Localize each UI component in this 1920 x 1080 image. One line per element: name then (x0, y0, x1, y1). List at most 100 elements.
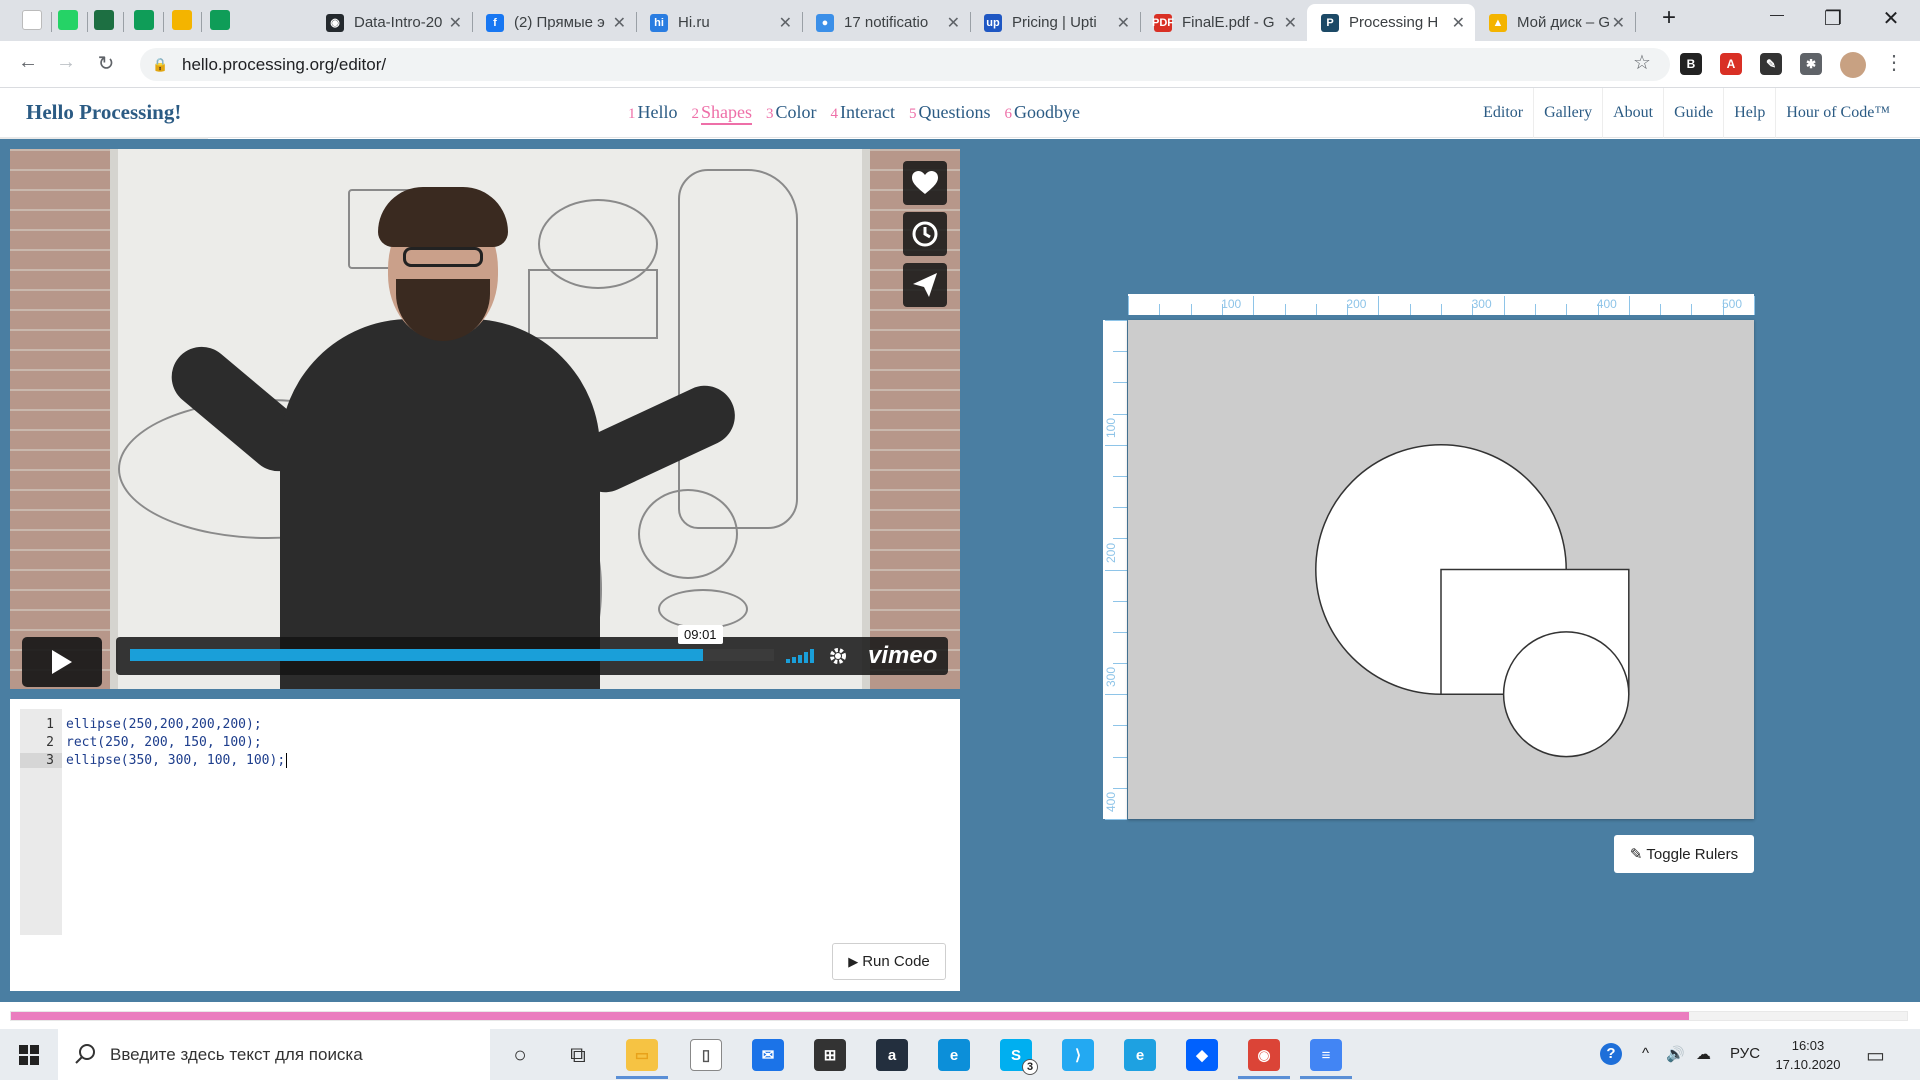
task-view-icon[interactable]: ⧉ (562, 1039, 594, 1071)
acrobat-icon[interactable]: A (1720, 53, 1742, 75)
step-link-color[interactable]: 3 Color (766, 102, 817, 123)
close-icon[interactable]: ✕ (1284, 13, 1297, 33)
pen-icon[interactable]: ✎ (1760, 53, 1782, 75)
nav-editor[interactable]: Editor (1473, 88, 1533, 138)
toggle-rulers-button[interactable]: ✎ Toggle Rulers (1614, 835, 1754, 873)
notification-center-icon[interactable]: ▭ (1866, 1043, 1885, 1068)
gear-icon[interactable] (828, 646, 848, 666)
close-icon[interactable]: ✕ (947, 13, 960, 33)
nav-about[interactable]: About (1602, 88, 1663, 138)
code-line[interactable]: rect(250, 200, 150, 100); (66, 735, 262, 750)
step-link-questions[interactable]: 5 Questions (909, 102, 991, 123)
browser-tab[interactable]: PDF FinalE.pdf - G ✕ (1140, 4, 1307, 41)
onedrive-cloud-icon[interactable]: ☁ (1696, 1045, 1711, 1063)
profile-avatar[interactable] (1840, 52, 1866, 78)
vimeo-logo[interactable]: vimeo (868, 642, 937, 670)
close-icon[interactable]: ✕ (1117, 13, 1130, 33)
ruler-tick (1113, 382, 1127, 384)
browser-tab[interactable]: hi Hi.ru ✕ (636, 4, 802, 41)
blank-page-icon[interactable] (22, 10, 42, 30)
site-brand[interactable]: Hello Processing! (26, 100, 181, 125)
amazon-icon[interactable]: a (876, 1039, 908, 1071)
b-extension-icon[interactable]: B (1680, 53, 1702, 75)
ruler-tick (1159, 304, 1161, 315)
clock-date: 17.10.2020 (1775, 1057, 1841, 1072)
browser-tab[interactable]: ● 17 notificatio ✕ (802, 4, 970, 41)
volume-icon[interactable] (786, 649, 816, 663)
play-button[interactable] (22, 637, 102, 687)
url-field[interactable]: 🔒 hello.processing.org/editor/ (140, 48, 1670, 81)
input-language[interactable]: РУС (1730, 1045, 1760, 1062)
step-link-shapes[interactable]: 2 Shapes (692, 102, 752, 125)
nav-guide[interactable]: Guide (1663, 88, 1723, 138)
google-sheets-icon[interactable] (210, 10, 230, 30)
edge-icon[interactable]: e (938, 1039, 970, 1071)
taskbar-search[interactable]: Введите здесь текст для поиска (58, 1029, 490, 1080)
file-explorer-icon[interactable]: ▭ (626, 1039, 658, 1071)
vscode-icon[interactable]: ⟩ (1062, 1039, 1094, 1071)
browser-tab[interactable]: ▲ Мой диск – G ✕ (1475, 4, 1635, 41)
close-icon[interactable]: ✕ (1612, 13, 1625, 33)
dropbox-icon[interactable]: ◆ (1186, 1039, 1218, 1071)
code-editor[interactable]: 1 2 3 ellipse(250,200,200,200); rect(250, 2… (10, 699, 960, 991)
video-player[interactable]: vimeo 09:01 (10, 149, 960, 689)
nav-gallery[interactable]: Gallery (1533, 88, 1602, 138)
ruler-tick (1566, 304, 1568, 315)
whatsapp-icon[interactable] (58, 10, 78, 30)
close-icon[interactable]: ✕ (613, 13, 626, 33)
nav-help[interactable]: Help (1723, 88, 1775, 138)
notepad-icon[interactable]: ▯ (690, 1039, 722, 1071)
docs-icon[interactable]: ≡ (1310, 1039, 1342, 1071)
cortana-icon[interactable]: ○ (504, 1039, 536, 1071)
close-icon[interactable]: ✕ (1452, 13, 1465, 33)
system-clock[interactable]: 16:03 17.10.2020 (1766, 1036, 1850, 1074)
help-icon[interactable]: ? (1600, 1043, 1622, 1065)
close-icon[interactable]: ✕ (779, 13, 792, 33)
minimize-button[interactable]: — (1762, 6, 1792, 22)
chrome-icon[interactable]: ◉ (1248, 1039, 1280, 1071)
restore-button[interactable]: ❐ (1818, 6, 1848, 31)
ruler-tick (1284, 304, 1286, 315)
browser-tab[interactable]: ◉ Data-Intro-20 ✕ (312, 4, 472, 41)
code-line[interactable]: ellipse(250,200,200,200); (66, 717, 262, 732)
play-icon (52, 650, 72, 674)
reload-button[interactable]: ↻ (92, 51, 120, 76)
browser-tab[interactable]: P Processing H ✕ (1307, 4, 1475, 41)
ruler-tick (1128, 296, 1129, 315)
back-button[interactable]: ← (14, 51, 42, 74)
line-number: 2 (46, 735, 54, 750)
code-line[interactable]: ellipse(350, 300, 100, 100); (66, 753, 287, 768)
volume-icon[interactable]: 🔊 (1666, 1045, 1685, 1063)
google-sheets-icon[interactable] (134, 10, 154, 30)
browser-menu-icon[interactable]: ⋮ (1880, 50, 1908, 75)
run-code-button[interactable]: ▶ Run Code (832, 943, 946, 980)
ruler-tick (1105, 444, 1127, 446)
video-progress-track[interactable] (130, 649, 774, 661)
close-window-button[interactable]: ✕ (1876, 6, 1906, 31)
ie-icon[interactable]: e (1124, 1039, 1156, 1071)
browser-tab[interactable]: up Pricing | Upti ✕ (970, 4, 1140, 41)
skype-icon[interactable]: S3 (1000, 1039, 1038, 1075)
mail-icon[interactable]: ✉ (752, 1039, 784, 1071)
step-link-interact[interactable]: 4 Interact (831, 102, 895, 123)
puzzle-icon[interactable]: ✱ (1800, 53, 1822, 75)
close-icon[interactable]: ✕ (449, 13, 462, 33)
google-drive-icon[interactable] (172, 10, 192, 30)
nav-hour-of-code[interactable]: Hour of Code™ (1775, 88, 1900, 138)
excel-icon[interactable] (94, 10, 114, 30)
bookmark-star-icon[interactable]: ☆ (1628, 50, 1656, 75)
show-hidden-icons-chevron[interactable]: ^ (1642, 1045, 1649, 1062)
like-button[interactable] (903, 161, 947, 205)
lock-icon: 🔒 (152, 56, 169, 72)
step-link-goodbye[interactable]: 6 Goodbye (1004, 102, 1080, 123)
store-icon[interactable]: ⊞ (814, 1039, 846, 1071)
ruler-tick (1691, 304, 1693, 315)
forward-button[interactable]: → (52, 51, 80, 74)
new-tab-button[interactable]: + (1654, 4, 1684, 32)
start-button[interactable] (0, 1029, 58, 1080)
step-link-hello[interactable]: 1 Hello (628, 102, 678, 123)
browser-tab-strip: ◉ Data-Intro-20 ✕ f (2) Прямые э ✕ hi Hi.ru ✕ ● 17… (0, 0, 1920, 41)
share-button[interactable] (903, 263, 947, 307)
watch-later-button[interactable] (903, 212, 947, 256)
browser-tab[interactable]: f (2) Прямые э ✕ (472, 4, 636, 41)
